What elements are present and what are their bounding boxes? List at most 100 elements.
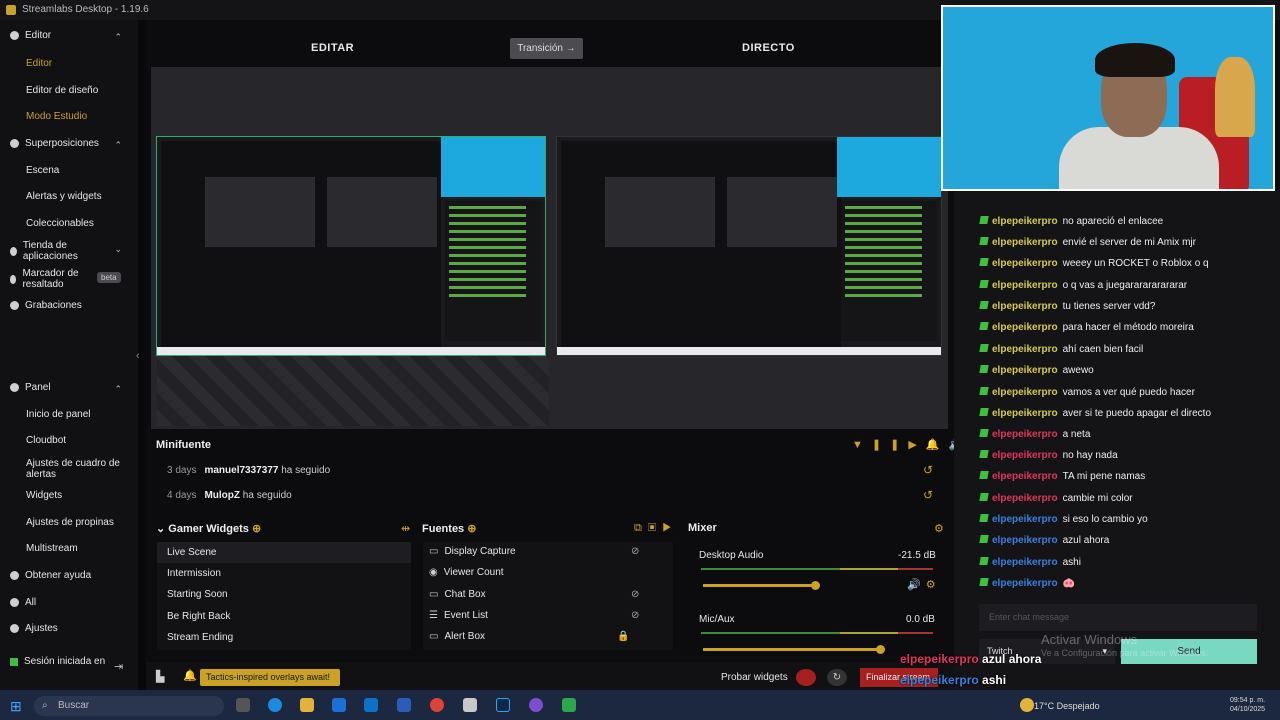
list-item[interactable]: Live Scene — [157, 542, 411, 563]
sidebar-editor-header[interactable]: Editor — [10, 30, 51, 41]
notification-icon[interactable]: 🔔 — [183, 669, 197, 682]
chat-username[interactable]: elpepeikerpro — [992, 514, 1058, 525]
list-item[interactable]: Intermission — [157, 563, 411, 584]
chevron-up-icon[interactable]: ⌃ — [114, 32, 122, 43]
task-view-icon[interactable] — [236, 698, 250, 712]
promo-banner[interactable]: Tactics-inspired overlays await! — [200, 669, 340, 686]
sidebar-item-editor[interactable]: Editor — [26, 58, 52, 69]
chat-username[interactable]: elpepeikerpro — [992, 429, 1058, 440]
lock-icon[interactable]: 🔒 — [617, 631, 629, 642]
outlook-icon[interactable] — [364, 698, 378, 712]
sidebar-superposiciones-header[interactable]: Superposiciones — [10, 138, 99, 149]
chat-username[interactable]: elpepeikerpro — [992, 322, 1058, 333]
photoshop-icon[interactable] — [496, 698, 510, 712]
sidebar-item-alertas[interactable]: Alertas y widgets — [26, 191, 102, 202]
sidebar-item-escena[interactable]: Escena — [26, 165, 59, 176]
sidebar-item-widgets[interactable]: Widgets — [26, 490, 62, 501]
list-item[interactable]: Be Right Back — [157, 606, 411, 627]
sidebar-item-all[interactable]: All — [10, 597, 36, 608]
sidebar-item-coleccionables[interactable]: Coleccionables — [26, 218, 94, 229]
pause-icon[interactable]: ❚❚ — [872, 439, 908, 451]
skip-icon[interactable]: ▶ — [908, 439, 925, 451]
record-button[interactable] — [796, 669, 816, 686]
volume-knob[interactable] — [810, 581, 820, 590]
sidebar-item-tienda[interactable]: Tienda de aplicaciones — [10, 240, 100, 262]
chevron-down-icon[interactable]: ⌄ — [114, 244, 122, 255]
chat-username[interactable]: elpepeikerpro — [992, 471, 1058, 482]
edge-icon[interactable] — [268, 698, 282, 712]
logout-icon[interactable]: ⇥ — [114, 660, 123, 673]
mute-icon[interactable]: 🔊⚙ — [907, 578, 941, 591]
streamlabs-taskbar-icon[interactable] — [562, 698, 576, 712]
transition-button[interactable]: Transición → — [510, 38, 583, 59]
app-icon[interactable] — [463, 698, 477, 712]
live-preview-canvas[interactable] — [556, 136, 942, 356]
word-icon[interactable] — [397, 698, 411, 712]
sidebar-item-ajustes-propinas[interactable]: Ajustes de propinas — [26, 517, 114, 528]
chat-input[interactable]: Enter chat message — [979, 604, 1257, 631]
chat-username[interactable]: elpepeikerpro — [992, 301, 1058, 312]
expand-icon[interactable]: ⇹ — [401, 522, 410, 535]
sidebar-panel-header[interactable]: Panel — [10, 382, 51, 393]
sidebar-item-ajustes[interactable]: Ajustes — [10, 623, 58, 634]
repeat-alert-icon[interactable]: ↺ — [923, 463, 933, 477]
sidebar-item-modo-estudio[interactable]: Modo Estudio — [26, 111, 87, 122]
chrome-icon[interactable] — [430, 698, 444, 712]
collapse-sidebar-icon[interactable]: ‹ — [136, 350, 140, 362]
hidden-eye-icon[interactable]: ⊘ — [631, 610, 639, 621]
source-item[interactable]: ▭ Alert Box — [429, 631, 485, 642]
sidebar-item-marcador[interactable]: Marcador de resaltado — [10, 268, 94, 290]
chevron-up-icon[interactable]: ⌃ — [114, 140, 122, 151]
chat-username[interactable]: elpepeikerpro — [992, 408, 1058, 419]
source-item[interactable]: ☰ Event List — [429, 610, 488, 621]
chat-username[interactable]: elpepeikerpro — [992, 387, 1058, 398]
chat-username[interactable]: elpepeikerpro — [992, 280, 1058, 291]
clock[interactable]: 09:54 p. m. 04/10/2025 — [1230, 696, 1265, 714]
store-app-icon[interactable] — [332, 698, 346, 712]
file-explorer-icon[interactable] — [300, 698, 314, 712]
hidden-eye-icon[interactable]: ⊘ — [631, 589, 639, 600]
app-icon[interactable] — [529, 698, 543, 712]
chat-username[interactable]: elpepeikerpro — [992, 493, 1058, 504]
add-source-icon[interactable]: ⊕ — [467, 523, 476, 535]
mixer-gear-icon[interactable]: ⚙ — [934, 522, 944, 535]
add-icon[interactable]: ⊕ — [252, 523, 261, 535]
chat-username[interactable]: elpepeikerpro — [992, 535, 1058, 546]
repeat-alert-icon[interactable]: ↺ — [923, 488, 933, 502]
sidebar-item-grabaciones[interactable]: Grabaciones — [10, 300, 82, 311]
filter-icon[interactable]: ▼ — [852, 439, 872, 451]
volume-knob[interactable] — [875, 645, 885, 654]
chat-username[interactable]: elpepeikerpro — [992, 237, 1058, 248]
chat-username[interactable]: elpepeikerpro — [992, 216, 1058, 227]
tab-directo[interactable]: DIRECTO — [742, 42, 795, 54]
chat-username[interactable]: elpepeikerpro — [992, 258, 1058, 269]
windows-start-icon[interactable]: ⊞ — [10, 698, 22, 715]
tab-editar[interactable]: EDITAR — [311, 42, 354, 54]
edit-preview-canvas[interactable] — [156, 136, 546, 356]
chevron-up-icon[interactable]: ⌃ — [114, 384, 122, 395]
sidebar-item-editor-diseno[interactable]: Editor de diseño — [26, 85, 98, 96]
sidebar-session[interactable]: Sesión iniciada en — [10, 656, 110, 667]
sidebar-item-inicio-panel[interactable]: Inicio de panel — [26, 409, 91, 420]
hidden-eye-icon[interactable]: ⊘ — [631, 546, 639, 557]
chat-username[interactable]: elpepeikerpro — [992, 578, 1058, 589]
source-item[interactable]: ▭ Chat Box — [429, 589, 486, 600]
volume-slider[interactable] — [703, 584, 815, 587]
replay-buffer-icon[interactable]: ↻ — [827, 669, 847, 686]
chat-username[interactable]: elpepeikerpro — [992, 557, 1058, 568]
volume-slider[interactable] — [703, 648, 880, 651]
list-item[interactable]: Starting Soon — [157, 584, 411, 605]
chat-username[interactable]: elpepeikerpro — [992, 365, 1058, 376]
sidebar-item-ayuda[interactable]: Obtener ayuda — [10, 570, 91, 581]
sidebar-item-multistream[interactable]: Multistream — [26, 543, 78, 554]
list-item[interactable]: Stream Ending — [157, 627, 411, 648]
sidebar-item-cloudbot[interactable]: Cloudbot — [26, 435, 66, 446]
stats-icon[interactable]: ▙ — [156, 670, 164, 683]
chat-username[interactable]: elpepeikerpro — [992, 344, 1058, 355]
bell-icon[interactable]: 🔔 — [926, 439, 949, 451]
source-item[interactable]: ▭ Display Capture — [429, 546, 516, 557]
taskbar-search[interactable]: Buscar — [34, 696, 224, 716]
sidebar-item-ajustes-alertas[interactable]: Ajustes de cuadro de alertas — [26, 458, 126, 480]
source-tools-icon[interactable]: ⧉▣▶ — [634, 522, 677, 535]
source-item[interactable]: ◉ Viewer Count — [429, 567, 504, 578]
